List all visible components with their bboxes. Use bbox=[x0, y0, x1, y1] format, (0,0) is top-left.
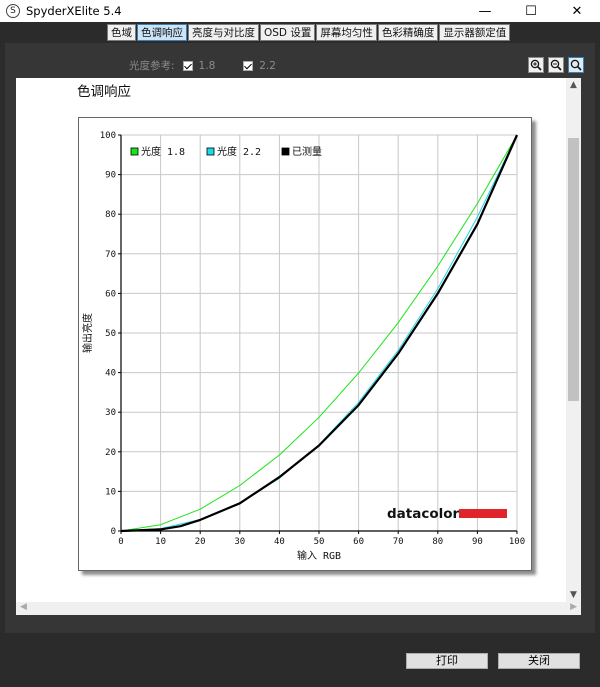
zoom-in-icon bbox=[530, 59, 542, 71]
legend-label-1: 光度 2.2 bbox=[217, 145, 261, 158]
zoom-fit-icon bbox=[570, 59, 582, 71]
vertical-scrollbar[interactable]: ▲ ▼ bbox=[566, 78, 581, 602]
tab-0[interactable]: 色域 bbox=[107, 24, 136, 41]
y-tick-label: 100 bbox=[100, 131, 116, 141]
tab-5[interactable]: 色彩精确度 bbox=[377, 24, 439, 41]
chart-svg: 0 10 20 30 40 50 60 70 80 90 100 0 10 20 30 40 50 60 70 80 9… bbox=[81, 131, 525, 562]
datacolor-logo-text: datacolor bbox=[387, 506, 460, 522]
y-tick-label: 20 bbox=[105, 448, 116, 458]
close-window-button[interactable]: ✕ bbox=[554, 0, 600, 22]
y-tick-label: 0 bbox=[111, 527, 116, 537]
tab-bar: 色域 色调响应 亮度与对比度 OSD 设置 屏幕均匀性 色彩精确度 显示器额定值 bbox=[0, 22, 600, 43]
datacolor-logo-bar bbox=[459, 509, 507, 518]
reference-1-8-checkbox[interactable] bbox=[182, 60, 193, 71]
x-tick-label: 60 bbox=[353, 537, 364, 547]
tab-6[interactable]: 显示器额定值 bbox=[439, 24, 511, 41]
x-tick-label: 0 bbox=[118, 537, 123, 547]
scroll-down-icon[interactable]: ▼ bbox=[569, 590, 578, 600]
reference-2-2-checkbox[interactable] bbox=[243, 60, 254, 71]
y-tick-label: 60 bbox=[105, 289, 116, 299]
zoom-in-button[interactable] bbox=[528, 57, 544, 73]
x-tick-label: 30 bbox=[234, 537, 245, 547]
x-tick-label: 80 bbox=[432, 537, 443, 547]
reference-label: 光度参考: bbox=[129, 60, 175, 72]
y-tick-label: 10 bbox=[105, 487, 116, 497]
x-axis-label: 输入 RGB bbox=[297, 549, 341, 562]
x-tick-label: 50 bbox=[314, 537, 325, 547]
y-tick-label: 30 bbox=[105, 408, 116, 418]
window-title: SpyderXElite 5.4 bbox=[26, 4, 122, 18]
y-tick-label: 80 bbox=[105, 210, 116, 220]
reference-2-2-label: 2.2 bbox=[259, 59, 276, 72]
y-tick-label: 70 bbox=[105, 250, 116, 260]
tab-3[interactable]: OSD 设置 bbox=[260, 24, 316, 41]
zoom-out-icon bbox=[550, 59, 562, 71]
tab-1[interactable]: 色调响应 bbox=[137, 24, 187, 41]
scroll-right-icon[interactable]: ▶ bbox=[570, 602, 577, 612]
scroll-up-icon[interactable]: ▲ bbox=[569, 80, 578, 90]
spyder-app-icon: S bbox=[6, 4, 20, 18]
horizontal-scrollbar[interactable]: ◀ ▶ bbox=[16, 602, 581, 615]
reference-options: 光度参考: 1.8 2.2 bbox=[129, 58, 296, 73]
y-tick-label: 40 bbox=[105, 369, 116, 379]
print-button[interactable]: 打印 bbox=[406, 653, 488, 669]
x-tick-label: 70 bbox=[393, 537, 404, 547]
zoom-toolbar bbox=[524, 57, 584, 73]
x-tick-label: 100 bbox=[509, 537, 525, 547]
title-bar: S SpyderXElite 5.4 — ☐ ✕ bbox=[0, 0, 600, 22]
zoom-out-button[interactable] bbox=[548, 57, 564, 73]
scroll-thumb[interactable] bbox=[568, 138, 579, 401]
x-tick-label: 90 bbox=[472, 537, 483, 547]
tone-response-chart: 0 10 20 30 40 50 60 70 80 90 100 0 10 20 30 40 50 60 70 80 9… bbox=[78, 117, 532, 571]
maximize-button[interactable]: ☐ bbox=[508, 0, 554, 22]
y-axis-label: 输出亮度 bbox=[81, 313, 94, 353]
zoom-fit-button[interactable] bbox=[568, 57, 584, 73]
y-tick-label: 90 bbox=[105, 171, 116, 181]
legend-label-2: 已测量 bbox=[292, 145, 322, 158]
legend-label-0: 光度 1.8 bbox=[141, 145, 185, 158]
x-tick-label: 40 bbox=[274, 537, 285, 547]
scroll-left-icon[interactable]: ◀ bbox=[20, 602, 27, 612]
tab-4[interactable]: 屏幕均匀性 bbox=[316, 24, 377, 41]
reference-1-8-label: 1.8 bbox=[198, 59, 216, 72]
y-tick-label: 50 bbox=[105, 329, 116, 339]
legend-swatch-2 bbox=[281, 147, 290, 156]
tab-2[interactable]: 亮度与对比度 bbox=[188, 24, 259, 41]
legend-swatch-1 bbox=[206, 147, 215, 156]
minimize-button[interactable]: — bbox=[462, 0, 508, 22]
x-tick-label: 20 bbox=[195, 537, 206, 547]
report-title: 色调响应 bbox=[77, 84, 131, 100]
x-tick-label: 10 bbox=[155, 537, 166, 547]
legend-swatch-0 bbox=[130, 147, 139, 156]
close-button[interactable]: 关闭 bbox=[498, 653, 580, 669]
